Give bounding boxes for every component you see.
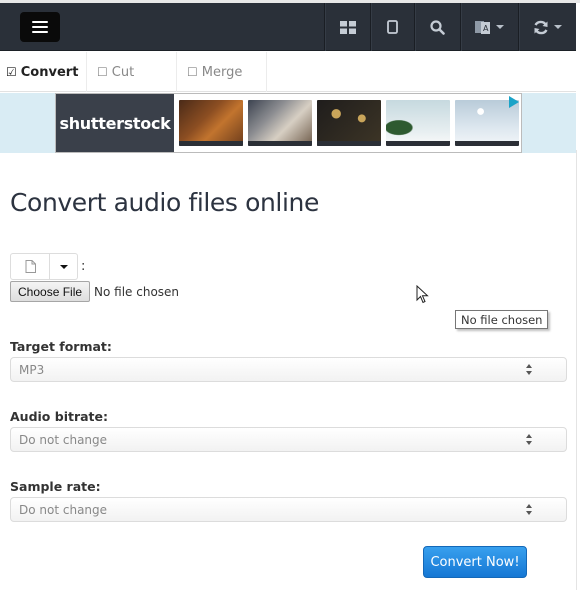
select-arrows-icon [526, 364, 534, 376]
tab-label: Convert [20, 64, 79, 80]
language-dropdown[interactable]: A [460, 3, 518, 51]
ad-thumbnail[interactable] [386, 100, 450, 146]
hamburger-icon-bar [32, 31, 48, 33]
tab-label: Cut [111, 64, 135, 80]
convert-now-button[interactable]: Convert Now! [423, 546, 527, 578]
hamburger-icon-bar [32, 26, 48, 28]
svg-text:A: A [483, 24, 489, 33]
ad-banner[interactable]: shutterstock [55, 93, 522, 153]
tab-label: Merge [201, 64, 243, 80]
source-colon: : [81, 259, 86, 274]
checked-box-icon: ☑ [6, 65, 17, 79]
audio-bitrate-label: Audio bitrate: [10, 409, 109, 424]
file-source-dropdown[interactable] [50, 253, 78, 280]
ad-banner-area: shutterstock [0, 93, 576, 153]
target-format-label: Target format: [10, 339, 112, 354]
select-arrows-icon [526, 434, 534, 446]
file-source-button[interactable] [10, 253, 50, 280]
ad-thumbnail[interactable] [179, 100, 243, 146]
top-navbar: A [0, 3, 576, 51]
grid-icon [339, 20, 356, 34]
sample-rate-label: Sample rate: [10, 479, 101, 494]
ad-thumbnail[interactable] [317, 100, 381, 146]
select-value: Do not change [19, 432, 108, 447]
tablet-view-button[interactable] [370, 3, 414, 51]
unchecked-box-icon: ☐ [187, 65, 198, 79]
menu-button[interactable] [20, 12, 60, 42]
adchoices-icon[interactable] [509, 96, 519, 108]
page-title: Convert audio files online [10, 188, 319, 217]
unchecked-box-icon: ☐ [97, 65, 108, 79]
mode-tabs: ☑ Convert ☐ Cut ☐ Merge [0, 52, 576, 92]
caret-down-icon [554, 25, 562, 29]
shutterstock-logo: shutterstock [56, 94, 174, 152]
file-icon [25, 260, 36, 273]
grid-view-button[interactable] [324, 3, 370, 51]
sync-dropdown[interactable] [518, 3, 576, 51]
sample-rate-select[interactable]: Do not change [10, 497, 567, 522]
search-icon [430, 19, 445, 35]
hamburger-icon [32, 21, 48, 23]
select-value: MP3 [19, 362, 45, 377]
select-value: Do not change [19, 502, 108, 517]
tab-cut[interactable]: ☐ Cut [87, 52, 177, 92]
file-input: Choose File No file chosen [10, 281, 179, 302]
search-button[interactable] [414, 3, 460, 51]
mouse-pointer-icon [416, 285, 429, 304]
target-format-select[interactable]: MP3 [10, 357, 567, 382]
select-arrows-icon [526, 504, 534, 516]
translate-icon: A [475, 20, 490, 34]
file-source-selector: : [10, 253, 85, 280]
refresh-icon [534, 20, 548, 34]
choose-file-button[interactable]: Choose File [10, 281, 91, 302]
ad-thumbnails [174, 94, 519, 152]
caret-down-icon [496, 25, 504, 29]
caret-down-icon [59, 264, 68, 269]
ad-thumbnail[interactable] [248, 100, 312, 146]
tab-merge[interactable]: ☐ Merge [177, 52, 267, 92]
file-status: No file chosen [94, 284, 180, 299]
tablet-icon [387, 20, 398, 34]
audio-bitrate-select[interactable]: Do not change [10, 427, 567, 452]
navbar-actions: A [324, 3, 576, 51]
tab-convert[interactable]: ☑ Convert [0, 52, 87, 92]
tooltip: No file chosen [455, 310, 549, 329]
page-edge-divider [576, 150, 577, 590]
